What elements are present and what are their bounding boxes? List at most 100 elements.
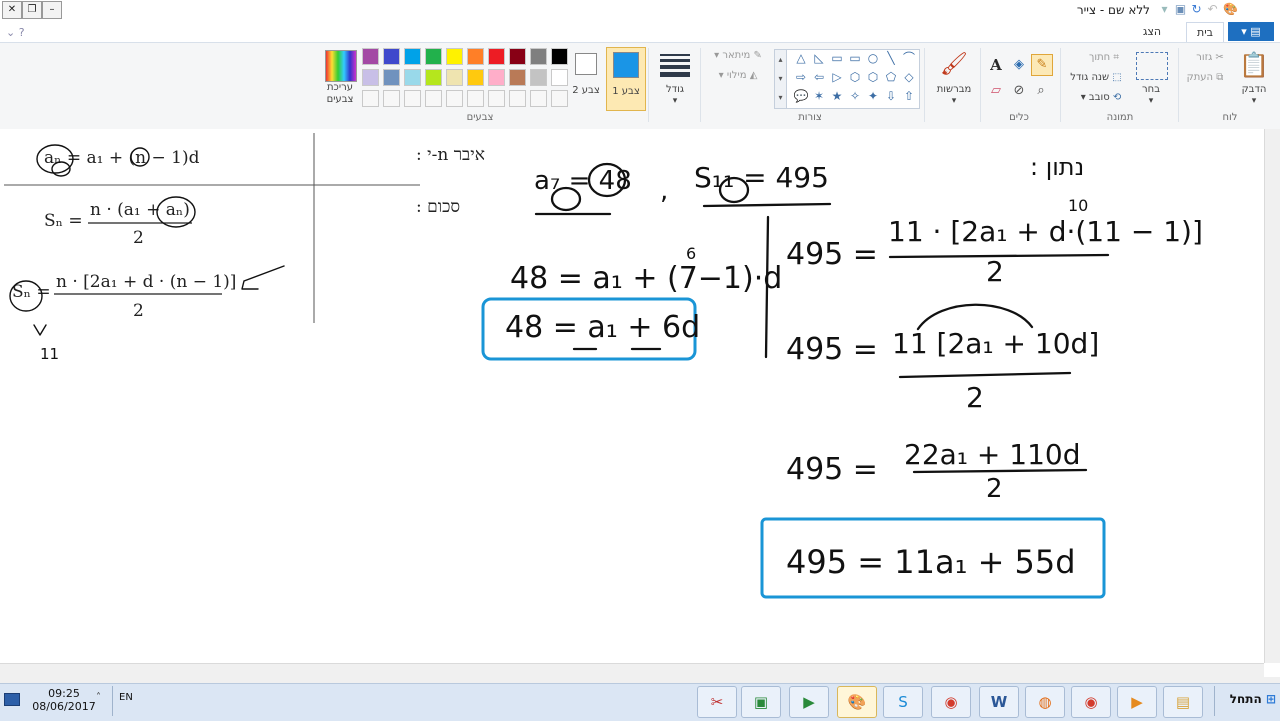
custom-color-slot[interactable] <box>551 90 568 107</box>
shape-pentagon-icon[interactable]: ⬡ <box>865 69 881 85</box>
shape-callout-icon[interactable]: ✶ <box>811 88 827 104</box>
shape-down-arrow-icon[interactable]: ⇩ <box>883 88 899 104</box>
shape-outline-button[interactable]: ▾ מיתאר ✎ <box>706 50 770 62</box>
start-button[interactable]: התחל ⊞ <box>1230 692 1276 706</box>
edit-colors-icon[interactable] <box>325 50 357 82</box>
color-swatch[interactable] <box>509 48 526 65</box>
color-swatch[interactable] <box>404 69 421 86</box>
color2-button[interactable]: צבע 2 <box>568 47 604 109</box>
shape-left-arrow-icon[interactable]: ⇦ <box>811 69 827 85</box>
help-icon[interactable]: ⌄ ? <box>6 26 25 39</box>
color-swatch[interactable] <box>488 48 505 65</box>
media-app-icon[interactable]: ▶ <box>789 686 829 718</box>
tab-home[interactable]: בית <box>1186 22 1224 43</box>
eraser-tool-icon[interactable]: ▱ <box>986 81 1006 101</box>
brush-icon[interactable]: 🖌 <box>938 50 970 80</box>
color-swatch[interactable] <box>425 69 442 86</box>
minimize-button[interactable]: – <box>42 1 62 19</box>
customize-quick-access-icon[interactable]: ▾ <box>1157 2 1172 17</box>
fill-tool-icon[interactable]: ◈ <box>1009 55 1029 75</box>
custom-color-slot[interactable] <box>383 90 400 107</box>
color-swatch[interactable] <box>530 48 547 65</box>
presentation-app-icon[interactable]: ▣ <box>741 686 781 718</box>
save-icon[interactable]: ▣ <box>1173 2 1188 17</box>
redo-icon[interactable]: ↻ <box>1189 2 1204 17</box>
color-swatch[interactable] <box>383 48 400 65</box>
pencil-tool-icon[interactable]: ✎ <box>1031 54 1053 76</box>
color-swatch[interactable] <box>488 69 505 86</box>
color-swatch[interactable] <box>551 69 568 86</box>
color-swatch[interactable] <box>383 69 400 86</box>
shapes-scroll[interactable]: ▴ ▾ ▾ <box>774 49 787 109</box>
close-button[interactable]: ✕ <box>2 1 22 19</box>
resize-button[interactable]: שנה גודל ⬚ <box>1062 72 1130 84</box>
shape-six-point-star-icon[interactable]: ★ <box>829 88 845 104</box>
copy-button[interactable]: העתק ⧉ <box>1180 72 1230 84</box>
paste-dropdown-icon[interactable]: ▾ <box>1232 96 1276 106</box>
tray-expand-icon[interactable]: ˄ <box>96 692 101 703</box>
drawing-canvas[interactable]: איבר n-י : סכום : aₙ = a₁ + (n − 1)d Sₙ … <box>0 129 1264 663</box>
color-swatch[interactable] <box>362 69 379 86</box>
shape-five-point-star-icon[interactable]: ✧ <box>847 88 863 104</box>
shape-rounded-rectangle-icon[interactable]: ▭ <box>829 50 845 66</box>
magnifier-icon[interactable]: ⌕ <box>1031 81 1051 101</box>
color-swatch[interactable] <box>425 48 442 65</box>
size-icon[interactable] <box>660 52 690 78</box>
custom-color-slot[interactable] <box>404 90 421 107</box>
custom-color-slot[interactable] <box>467 90 484 107</box>
snipping-tool-icon[interactable]: ✂ <box>697 686 737 718</box>
color-swatch[interactable] <box>551 48 568 65</box>
color-swatch[interactable] <box>467 69 484 86</box>
color-swatch[interactable] <box>467 48 484 65</box>
shape-fill-button[interactable]: ▾ מילוי ◭ <box>706 70 770 82</box>
brushes-label[interactable]: מברשות <box>930 84 978 96</box>
shape-rectangle-icon[interactable]: ▭ <box>847 50 863 66</box>
horizontal-scrollbar[interactable] <box>0 663 1264 678</box>
select-dropdown-icon[interactable]: ▾ <box>1130 96 1172 106</box>
shape-four-point-star-icon[interactable]: ✦ <box>865 88 881 104</box>
color-swatch[interactable] <box>404 48 421 65</box>
paint-menu-button[interactable]: ▾ ▤ <box>1228 22 1274 41</box>
shape-up-arrow-icon[interactable]: ⇧ <box>901 88 917 104</box>
shape-hexagon-icon[interactable]: ⬡ <box>847 69 863 85</box>
text-tool-icon[interactable]: A <box>986 55 1006 75</box>
chrome-icon-2[interactable]: ◉ <box>1071 686 1111 718</box>
shape-right-arrow-icon[interactable]: ▷ <box>829 69 845 85</box>
edit-colors-label[interactable]: עריכת צבעים <box>316 82 364 106</box>
color-swatch[interactable] <box>446 69 463 86</box>
language-indicator[interactable]: EN <box>119 692 133 703</box>
media-player-icon[interactable]: ▶ <box>1117 686 1157 718</box>
color-swatch[interactable] <box>362 48 379 65</box>
custom-color-slot[interactable] <box>509 90 526 107</box>
shape-curve-icon[interactable]: ⌒ <box>901 50 917 66</box>
color-picker-icon[interactable]: ⊘ <box>1009 81 1029 101</box>
color1-button[interactable]: צבע 1 <box>606 47 646 111</box>
custom-color-slot[interactable] <box>530 90 547 107</box>
custom-color-slot[interactable] <box>362 90 379 107</box>
crop-button[interactable]: חתוך ⌗ <box>1080 52 1128 64</box>
shape-polygon-icon[interactable]: ◺ <box>811 50 827 66</box>
shape-right-arrow-icon[interactable]: ⇨ <box>793 69 809 85</box>
vertical-scrollbar[interactable] <box>1264 129 1280 663</box>
paint-taskbar-icon[interactable]: 🎨 <box>837 686 877 718</box>
shape-diamond-icon[interactable]: ⬠ <box>883 69 899 85</box>
shape-right-triangle-icon[interactable]: ◇ <box>901 69 917 85</box>
select-label[interactable]: בחר <box>1130 84 1172 96</box>
shape-triangle-icon[interactable]: △ <box>793 50 809 66</box>
word-icon[interactable]: W <box>979 686 1019 718</box>
brushes-dropdown-icon[interactable]: ▾ <box>930 96 978 106</box>
color-swatch[interactable] <box>530 69 547 86</box>
size-label[interactable]: גודל <box>652 84 698 96</box>
custom-color-slot[interactable] <box>446 90 463 107</box>
paste-label[interactable]: הדבק <box>1232 84 1276 96</box>
firefox-icon[interactable]: ◍ <box>1025 686 1065 718</box>
restore-button[interactable]: ❐ <box>22 1 42 19</box>
tab-view[interactable]: הצג <box>1136 22 1168 42</box>
shape-line-icon[interactable]: ╲ <box>883 50 899 66</box>
select-icon[interactable] <box>1136 52 1168 80</box>
undo-icon[interactable]: ↶ <box>1205 2 1220 17</box>
cut-button[interactable]: גזור ✂ <box>1190 52 1230 64</box>
skype-icon[interactable]: S <box>883 686 923 718</box>
show-desktop-icon[interactable] <box>4 693 20 706</box>
shape-oval-icon[interactable]: ○ <box>865 50 881 66</box>
